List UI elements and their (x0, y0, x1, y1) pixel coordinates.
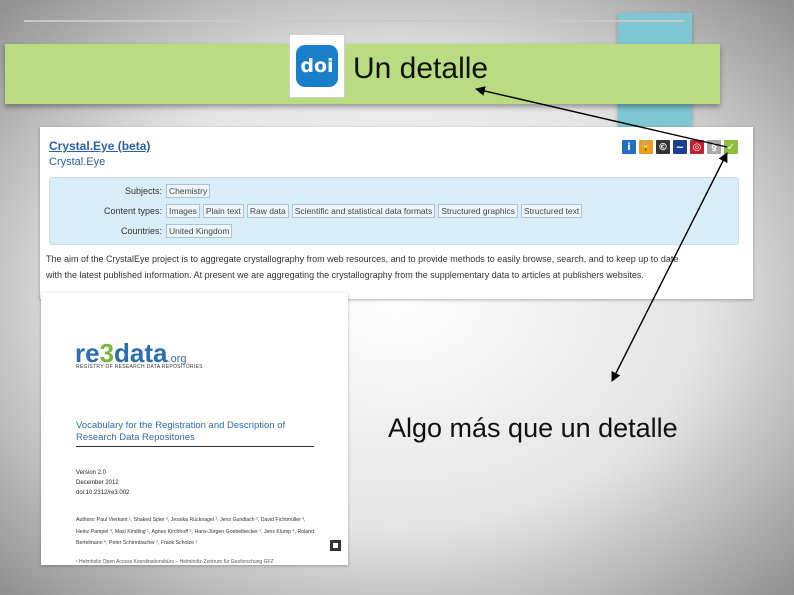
arrow-to-bottom-label (611, 152, 728, 382)
arrow-to-banner (475, 86, 728, 148)
arrows (475, 86, 728, 382)
